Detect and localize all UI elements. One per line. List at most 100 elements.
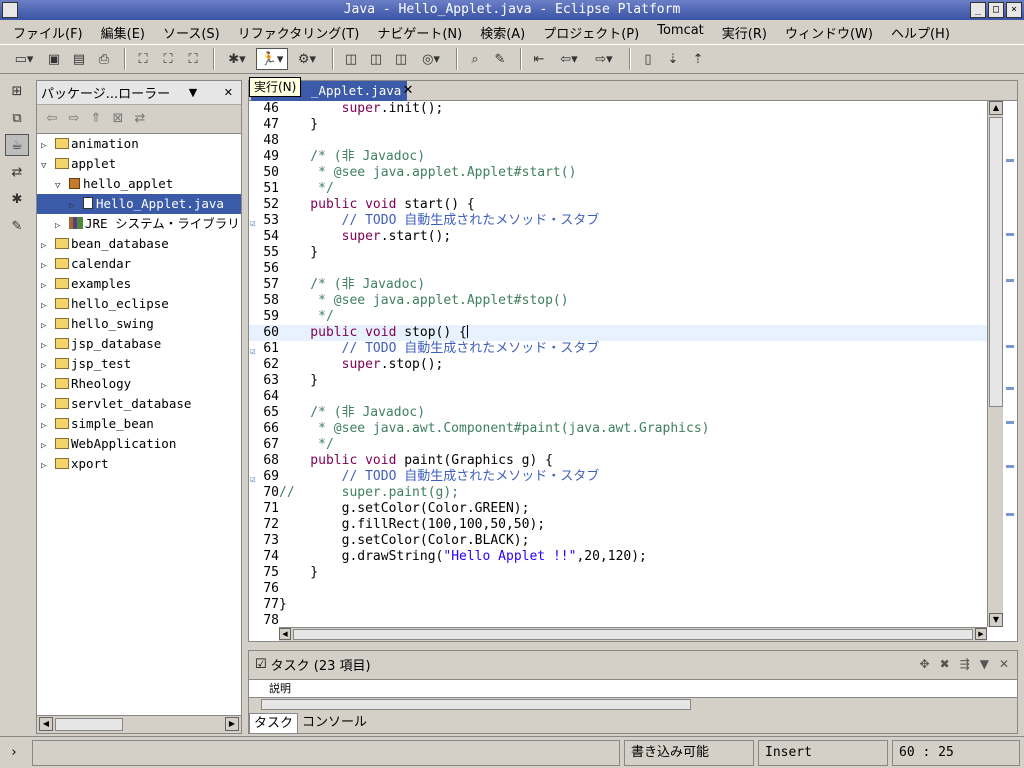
tomcat-stop-icon[interactable]: ⛶ [182,48,204,70]
save-all-icon[interactable]: ▤ [68,48,90,70]
tree-item[interactable]: ▽ hello_applet [37,174,241,194]
next-annotation-icon[interactable]: ⇣ [662,48,684,70]
menu-item[interactable]: ウィンドウ(W) [776,20,882,42]
save-icon[interactable]: ▣ [43,48,65,70]
scroll-left-icon[interactable]: ◀ [279,628,291,640]
tasks-table[interactable]: 説明 [249,679,1017,697]
menu-item[interactable]: ナビゲート(N) [368,20,471,42]
menu-item[interactable]: Tomcat [648,20,713,42]
tree-item[interactable]: ▽ applet [37,154,241,174]
menu-item[interactable]: 編集(E) [92,20,154,42]
debug-icon[interactable]: ✱▾ [221,48,253,70]
last-edit-icon[interactable]: ⇤ [528,48,550,70]
editor-vertical-scrollbar[interactable]: ▲ ▼ [987,101,1017,627]
collapsed-arrow-icon[interactable]: ▷ [41,256,55,276]
new-task-icon[interactable]: ✥ [920,657,930,671]
new-wizard-icon[interactable]: ▭▾ [8,48,40,70]
team-perspective-icon[interactable]: ⇄ [5,161,29,183]
debug-perspective-icon[interactable]: ✱ [5,188,29,210]
tree-item[interactable]: ▷ simple_bean [37,414,241,434]
view-menu-icon[interactable]: ▼ [189,86,197,99]
collapsed-arrow-icon[interactable]: ▷ [41,416,55,436]
editor-horizontal-scrollbar[interactable]: ◀ ▶ [279,627,987,641]
collapsed-arrow-icon[interactable]: ▷ [41,356,55,376]
fast-view-icon[interactable]: › [0,745,28,760]
tree-item[interactable]: ▷ jsp_database [37,334,241,354]
tree-item[interactable]: ▷ examples [37,274,241,294]
expanded-arrow-icon[interactable]: ▽ [55,176,69,196]
collapsed-arrow-icon[interactable]: ▷ [41,436,55,456]
delete-task-icon[interactable]: ✖ [940,657,950,671]
view-menu-icon[interactable]: ▼ [980,657,989,671]
document-icon[interactable]: ▯ [637,48,659,70]
maximize-icon[interactable]: □ [988,2,1004,18]
back-icon[interactable]: ⇦ [41,111,63,126]
open-type-icon[interactable]: ⛶ [132,48,154,70]
open-perspective-icon[interactable]: ⊞ [5,80,29,102]
scroll-left-icon[interactable]: ◀ [39,717,53,731]
tree-item[interactable]: ▷ hello_eclipse [37,294,241,314]
collapsed-arrow-icon[interactable]: ▷ [55,216,69,236]
close-tab-icon[interactable]: ✕ [399,81,417,101]
tree-item[interactable]: ▷ animation [37,134,241,154]
new-package-icon[interactable]: ◫ [365,48,387,70]
tab-tasks[interactable]: タスク [249,713,299,733]
link-editor-icon[interactable]: ⇄ [129,111,151,126]
collapsed-arrow-icon[interactable]: ▷ [41,336,55,356]
collapsed-arrow-icon[interactable]: ▷ [69,196,83,216]
new-project-icon[interactable]: ◫ [340,48,362,70]
back-icon[interactable]: ⇦▾ [553,48,585,70]
java-perspective-icon[interactable]: ☕ [5,134,29,156]
collapsed-arrow-icon[interactable]: ▷ [41,136,55,156]
menu-item[interactable]: プロジェクト(P) [534,20,648,42]
menu-item[interactable]: ソース(S) [154,20,229,42]
collapsed-arrow-icon[interactable]: ▷ [41,276,55,296]
expanded-arrow-icon[interactable]: ▽ [41,156,55,176]
scroll-up-icon[interactable]: ▲ [989,101,1003,115]
forward-icon[interactable]: ⇨▾ [588,48,620,70]
collapsed-arrow-icon[interactable]: ▷ [41,456,55,476]
close-icon[interactable]: × [1006,2,1022,18]
menu-item[interactable]: ヘルプ(H) [882,20,959,42]
close-view-icon[interactable]: ✕ [999,657,1009,671]
menu-item[interactable]: 実行(R) [713,20,776,42]
menu-item[interactable]: 検索(A) [471,20,534,42]
prev-annotation-icon[interactable]: ⇡ [687,48,709,70]
forward-icon[interactable]: ⇨ [63,111,85,126]
window-menu-icon[interactable] [2,2,18,18]
tab-console[interactable]: コンソール [298,713,371,733]
tomcat-start-icon[interactable]: ⛶ [157,48,179,70]
new-class-icon[interactable]: ◫ [390,48,412,70]
menu-item[interactable]: リファクタリング(T) [229,20,369,42]
tree-horizontal-scrollbar[interactable]: ◀ ▶ [37,715,241,733]
collapse-all-icon[interactable]: ⊠ [107,111,129,126]
tree-item[interactable]: ▷ JRE システム・ライブラリ [37,214,241,234]
new-interface-icon[interactable]: ◎▾ [415,48,447,70]
tasks-horizontal-scrollbar[interactable] [249,697,1017,711]
up-icon[interactable]: ⇑ [85,111,107,126]
code-area[interactable]: 46 super.init(); 47 } 48 49 /* (非 Javadoc) 5… [249,101,987,629]
tree-item[interactable]: ▷ WebApplication [37,434,241,454]
resource-perspective-icon[interactable]: ⧉ [5,107,29,129]
menu-item[interactable]: ファイル(F) [4,20,92,42]
tree-item[interactable]: ▷ jsp_test [37,354,241,374]
filter-icon[interactable]: ⇶ [960,657,970,671]
close-view-icon[interactable]: ✕ [224,86,233,99]
edit-perspective-icon[interactable]: ✎ [5,215,29,237]
overview-ruler[interactable] [1004,101,1017,627]
collapsed-arrow-icon[interactable]: ▷ [41,296,55,316]
scroll-down-icon[interactable]: ▼ [989,613,1003,627]
collapsed-arrow-icon[interactable]: ▷ [41,316,55,336]
collapsed-arrow-icon[interactable]: ▷ [41,236,55,256]
column-description[interactable]: 説明 [269,682,291,695]
scroll-right-icon[interactable]: ▶ [225,717,239,731]
scroll-right-icon[interactable]: ▶ [975,628,987,640]
pen-icon[interactable]: ✎ [489,48,511,70]
tree-item[interactable]: ▷ hello_swing [37,314,241,334]
collapsed-arrow-icon[interactable]: ▷ [41,376,55,396]
minimize-icon[interactable]: _ [970,2,986,18]
tree-item[interactable]: ▷ bean_database [37,234,241,254]
print-icon[interactable]: ⎙ [93,48,115,70]
tree-item[interactable]: ▷ Rheology [37,374,241,394]
external-tools-icon[interactable]: ⚙▾ [291,48,323,70]
